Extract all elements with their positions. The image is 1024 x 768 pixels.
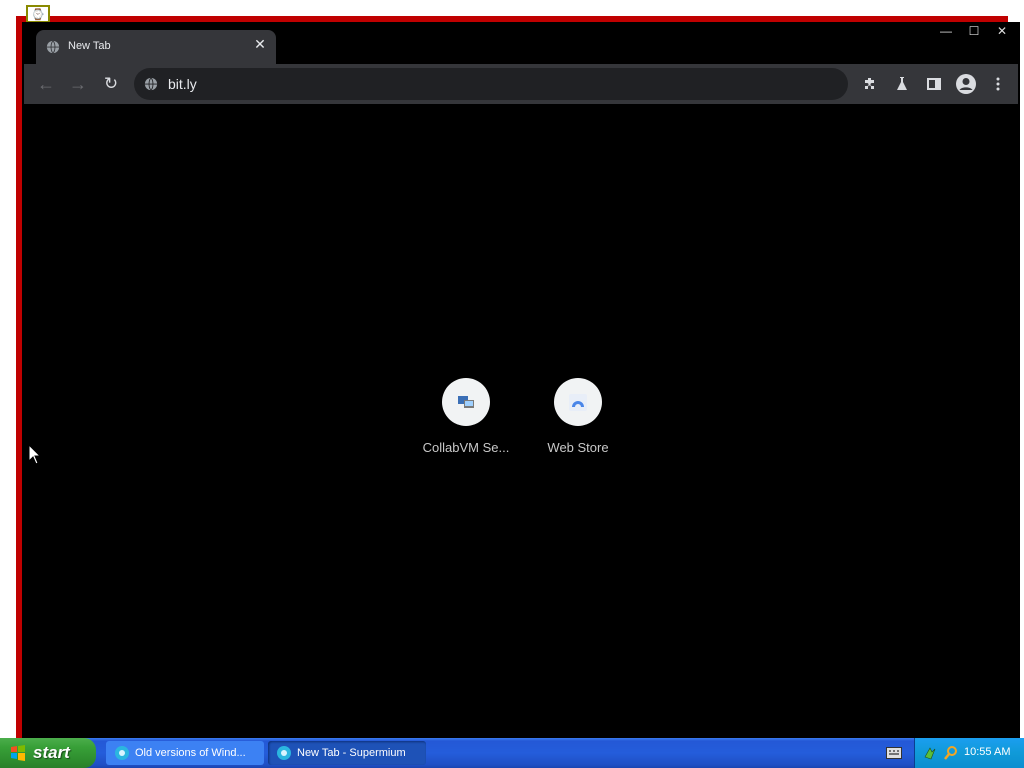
- start-button[interactable]: start: [0, 738, 96, 768]
- shortcut-label: CollabVM Se...: [422, 440, 510, 455]
- system-tray: 10:55 AM: [914, 738, 1024, 768]
- shortcut-label: Web Store: [547, 440, 609, 455]
- side-panel-icon[interactable]: [922, 72, 946, 96]
- minimize-button[interactable]: —: [932, 22, 960, 40]
- start-label: start: [33, 743, 70, 762]
- browser-app-icon: [115, 746, 129, 760]
- taskbar-item-new-tab[interactable]: New Tab - Supermium: [268, 741, 426, 765]
- forward-arrow-icon[interactable]: →: [66, 72, 90, 96]
- taskbar-item-old-versions[interactable]: Old versions of Wind...: [106, 741, 264, 765]
- web-store-icon: [554, 378, 602, 426]
- browser-toolbar: ← → ↻ bit.ly: [24, 64, 1018, 104]
- tab-new-tab[interactable]: New Tab ✕: [36, 30, 276, 64]
- tab-title: New Tab: [68, 40, 111, 52]
- taskbar-item-label: Old versions of Wind...: [135, 747, 246, 759]
- browser-window: New Tab ✕ — ☐ ✕ ← → ↻ bit.ly CollabVM Se…: [22, 22, 1020, 738]
- browser-titlebar[interactable]: New Tab ✕ — ☐ ✕: [22, 22, 1020, 64]
- mouse-cursor-icon: [28, 444, 42, 465]
- maximize-button[interactable]: ☐: [960, 22, 988, 40]
- new-tab-page: CollabVM Se... Web Store: [24, 104, 1018, 738]
- labs-flask-icon[interactable]: [890, 72, 914, 96]
- extensions-icon[interactable]: [858, 72, 882, 96]
- taskbar: start Old versions of Wind... New Tab - …: [0, 738, 1024, 768]
- windows-flag-icon: [11, 745, 25, 761]
- close-window-button[interactable]: ✕: [988, 22, 1016, 40]
- shortcut-web-store[interactable]: Web Store: [522, 378, 634, 455]
- reload-icon[interactable]: ↻: [99, 72, 123, 96]
- browser-app-icon: [277, 746, 291, 760]
- url-text[interactable]: bit.ly: [168, 76, 197, 92]
- back-arrow-icon[interactable]: ←: [34, 72, 58, 96]
- profile-avatar-icon[interactable]: [954, 72, 978, 96]
- window-controls: — ☐ ✕: [932, 22, 1016, 40]
- collabvm-icon: [442, 378, 490, 426]
- search-icon[interactable]: [943, 745, 959, 761]
- desktop-app-icon[interactable]: ⌚: [26, 5, 50, 23]
- network-icon[interactable]: [923, 745, 939, 761]
- shortcut-collabvm[interactable]: CollabVM Se...: [410, 378, 522, 455]
- browser-menu-icon[interactable]: [986, 72, 1010, 96]
- tab-close-icon[interactable]: ✕: [252, 36, 268, 53]
- clock[interactable]: 10:55 AM: [964, 746, 1010, 758]
- taskbar-item-label: New Tab - Supermium: [297, 747, 406, 759]
- address-bar[interactable]: bit.ly: [134, 68, 848, 100]
- keyboard-icon[interactable]: [886, 747, 902, 759]
- site-info-globe-icon[interactable]: [144, 77, 158, 91]
- globe-icon: [46, 40, 60, 54]
